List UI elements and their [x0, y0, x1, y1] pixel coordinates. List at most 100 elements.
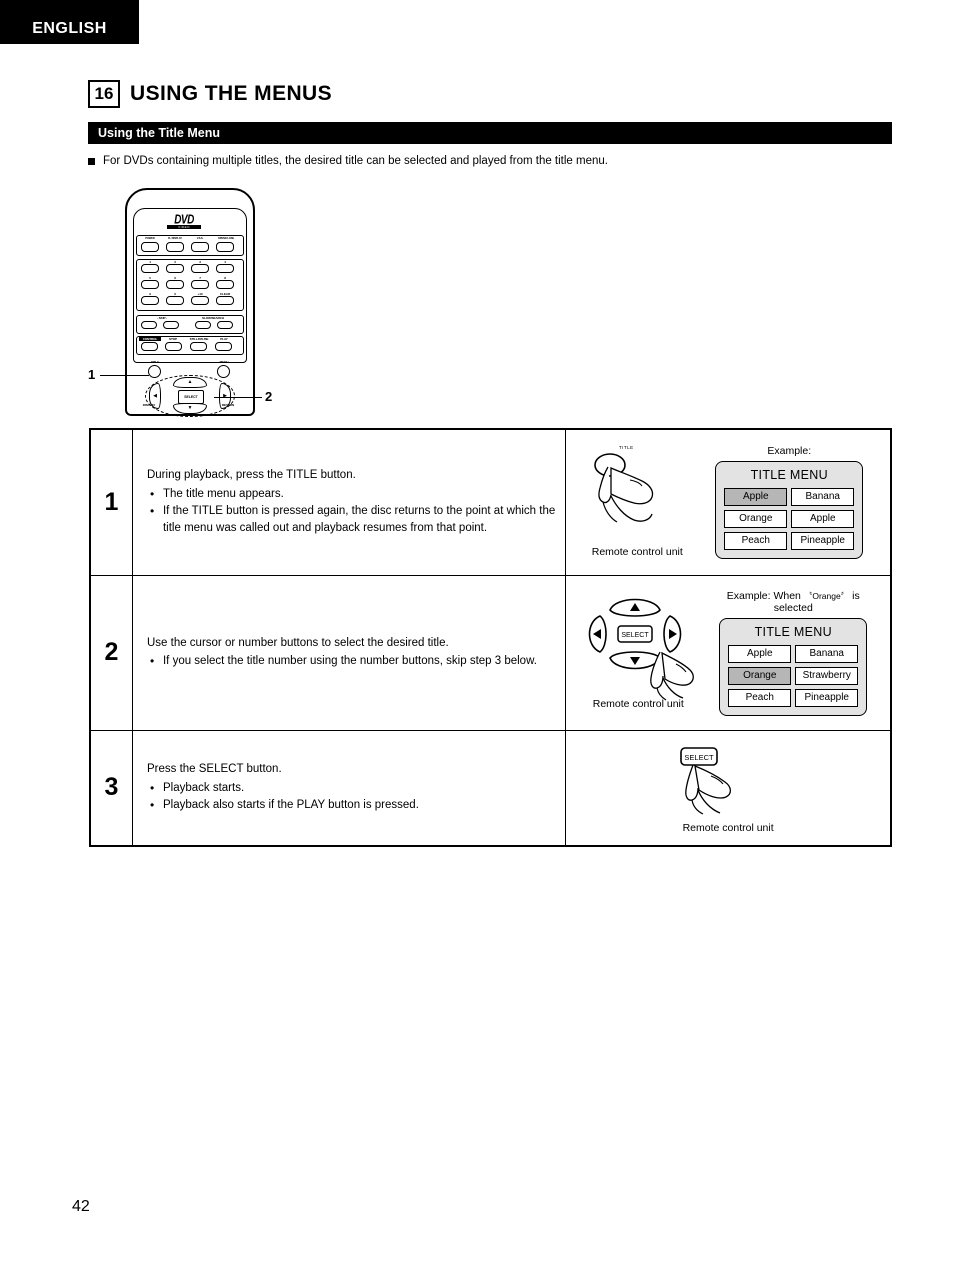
- remote-button-num-3[interactable]: [191, 264, 209, 273]
- remote-label-power: POWER: [145, 237, 155, 240]
- steps-table: 1 During playback, press the TITLE butto…: [89, 428, 892, 847]
- remote-button-vss[interactable]: [191, 242, 209, 252]
- remote-button-num-5[interactable]: [141, 280, 159, 289]
- title-menu-item[interactable]: Apple: [791, 510, 855, 529]
- table-row: 3 Press the SELECT button. Playback star…: [89, 729, 892, 847]
- step-bullet-list-3: Playback starts. Playback also starts if…: [147, 779, 555, 815]
- remote-button-num-2[interactable]: [166, 264, 184, 273]
- example-prefix-1: Example:: [767, 445, 812, 458]
- step-illustration-cell-2: SELECT Remote control unit Example: When…: [565, 574, 892, 731]
- remote-button-fl-display[interactable]: [166, 242, 184, 252]
- remote-button-select[interactable]: SELECT: [178, 390, 204, 404]
- remote-label-display: DISPLAY: [142, 403, 156, 407]
- list-item: Playback also starts if the PLAY button …: [147, 796, 555, 814]
- hand-pressing-title-button-icon: [594, 453, 654, 523]
- cursor-pad-with-hand-icon: SELECT: [588, 598, 695, 701]
- title-menu-item[interactable]: Banana: [795, 644, 859, 663]
- list-item: The title menu appears.: [147, 484, 555, 502]
- title-menu-item[interactable]: Pineapple: [791, 532, 855, 551]
- title-menu-grid-2: Apple Banana Orange Strawberry Peach Pin…: [728, 644, 859, 707]
- remote-control-unit-caption-2: Remote control unit: [592, 697, 684, 710]
- remote-button-num-6[interactable]: [166, 280, 184, 289]
- remote-control-unit-caption-3: Remote control unit: [682, 821, 774, 834]
- step-bullet-list-2: If you select the title number using the…: [147, 652, 555, 670]
- list-item: Playback starts.: [147, 779, 555, 797]
- page-number: 42: [72, 1198, 90, 1215]
- section-bar-label: Using the Title Menu: [98, 126, 220, 140]
- step-number-cell-1: 1: [89, 428, 133, 576]
- remote-control-illustration: DVD VIDEO POWER FL DISPLAY V.S.S. OPEN/C…: [110, 188, 290, 418]
- square-bullet-icon: [88, 158, 95, 165]
- step-number-1: 1: [104, 487, 119, 516]
- step-illustration-cell-3: SELECT Remote control unit: [565, 729, 892, 847]
- title-menu-item[interactable]: Strawberry: [795, 666, 859, 685]
- remote-label-menu: MENU: [219, 360, 229, 364]
- list-item: If you select the title number using the…: [147, 652, 555, 670]
- callout-2-leader-line: [214, 397, 262, 399]
- remote-control-unit-caption-1: Remote control unit: [591, 546, 683, 559]
- remote-button-open-close[interactable]: [216, 242, 234, 252]
- remote-button-play[interactable]: [215, 342, 232, 351]
- step-text-cell-3: Press the SELECT button. Playback starts…: [131, 729, 567, 847]
- step-illustration-cell-1: TITLE Remote control unit Example: TITLE…: [565, 428, 892, 576]
- step-text-cell-2: Use the cursor or number buttons to sele…: [131, 574, 567, 731]
- callout-2-number: 2: [265, 389, 273, 404]
- language-tab-label: ENGLISH: [32, 20, 107, 37]
- remote-button-search-back[interactable]: [195, 321, 211, 329]
- remote-button-still-pause[interactable]: [190, 342, 207, 351]
- chapter-number: 16: [88, 80, 120, 108]
- remote-button-control[interactable]: [141, 342, 158, 351]
- title-menu-item[interactable]: Peach: [728, 688, 792, 707]
- example-label-1: Example:: [708, 445, 870, 457]
- chapter-heading: 16 USING THE MENUS: [88, 80, 332, 108]
- example-label-2: Example: When 〝Orange〞 is selected: [708, 590, 878, 614]
- svg-text:SELECT: SELECT: [685, 753, 715, 762]
- remote-cursor-pad: ▲ ▼ ◀ ▶ SELECT: [137, 374, 243, 418]
- callout-1-leader-line: [100, 375, 149, 377]
- title-menu-item[interactable]: Apple: [728, 644, 792, 663]
- svg-text:SELECT: SELECT: [622, 632, 650, 639]
- remote-button-num-9[interactable]: [141, 296, 159, 305]
- remote-button-stop[interactable]: [165, 342, 182, 351]
- remote-button-skip-forward[interactable]: [163, 321, 179, 329]
- example-prefix-2: Example: When: [726, 589, 801, 602]
- remote-button-num-1[interactable]: [141, 264, 159, 273]
- title-menu-item[interactable]: Banana: [791, 488, 855, 507]
- remote-label-open-close: OPEN/CLOSE: [217, 237, 234, 240]
- section-bar: Using the Title Menu: [88, 122, 892, 144]
- remote-label-vss: V.S.S.: [196, 237, 204, 240]
- step-number-2: 2: [104, 638, 119, 666]
- remote-label-title: TITLE: [150, 360, 160, 364]
- remote-button-plus-ten[interactable]: [191, 296, 209, 305]
- remote-button-power[interactable]: [141, 242, 159, 252]
- title-menu-item[interactable]: Apple: [724, 488, 788, 507]
- remote-button-skip-back[interactable]: [141, 321, 157, 329]
- remote-button-search-forward[interactable]: [217, 321, 233, 329]
- cursor-up-icon[interactable]: ▲: [173, 377, 207, 388]
- remote-label-control: CONTROL: [139, 337, 161, 341]
- remote-button-num-7[interactable]: [191, 280, 209, 289]
- remote-label-play: PLAY: [220, 337, 228, 341]
- remote-label-still-pause: STILL/PAUSE: [189, 337, 209, 341]
- dvd-logo-sub: VIDEO: [167, 225, 201, 229]
- step-lead-2: Use the cursor or number buttons to sele…: [146, 636, 449, 649]
- table-row: 2 Use the cursor or number buttons to se…: [89, 574, 892, 731]
- title-menu-item[interactable]: Pineapple: [795, 688, 859, 707]
- remote-button-num-4[interactable]: [216, 264, 234, 273]
- remote-button-num-0[interactable]: [166, 296, 184, 305]
- hand-pressing-select-button-icon: SELECT: [680, 746, 732, 815]
- intro-paragraph: For DVDs containing multiple titles, the…: [88, 155, 898, 167]
- title-menu-heading-1: TITLE MENU: [750, 468, 828, 483]
- title-menu-grid-1: Apple Banana Orange Apple Peach Pineappl…: [724, 488, 855, 551]
- remote-label-skip: - SKIP -: [156, 316, 168, 320]
- remote-label-fl-display: FL DISPLAY: [168, 237, 182, 240]
- title-menu-item[interactable]: Orange: [724, 510, 788, 529]
- remote-label-return: RETURN: [221, 403, 235, 407]
- intro-text: For DVDs containing multiple titles, the…: [103, 155, 608, 167]
- title-menu-item[interactable]: Peach: [724, 532, 788, 551]
- remote-button-num-8[interactable]: [216, 280, 234, 289]
- example-quote-close-icon: 〞: [840, 590, 850, 601]
- remote-label-stop: STOP: [169, 337, 177, 341]
- remote-button-clear[interactable]: [216, 296, 234, 305]
- title-menu-item[interactable]: Orange: [728, 666, 792, 685]
